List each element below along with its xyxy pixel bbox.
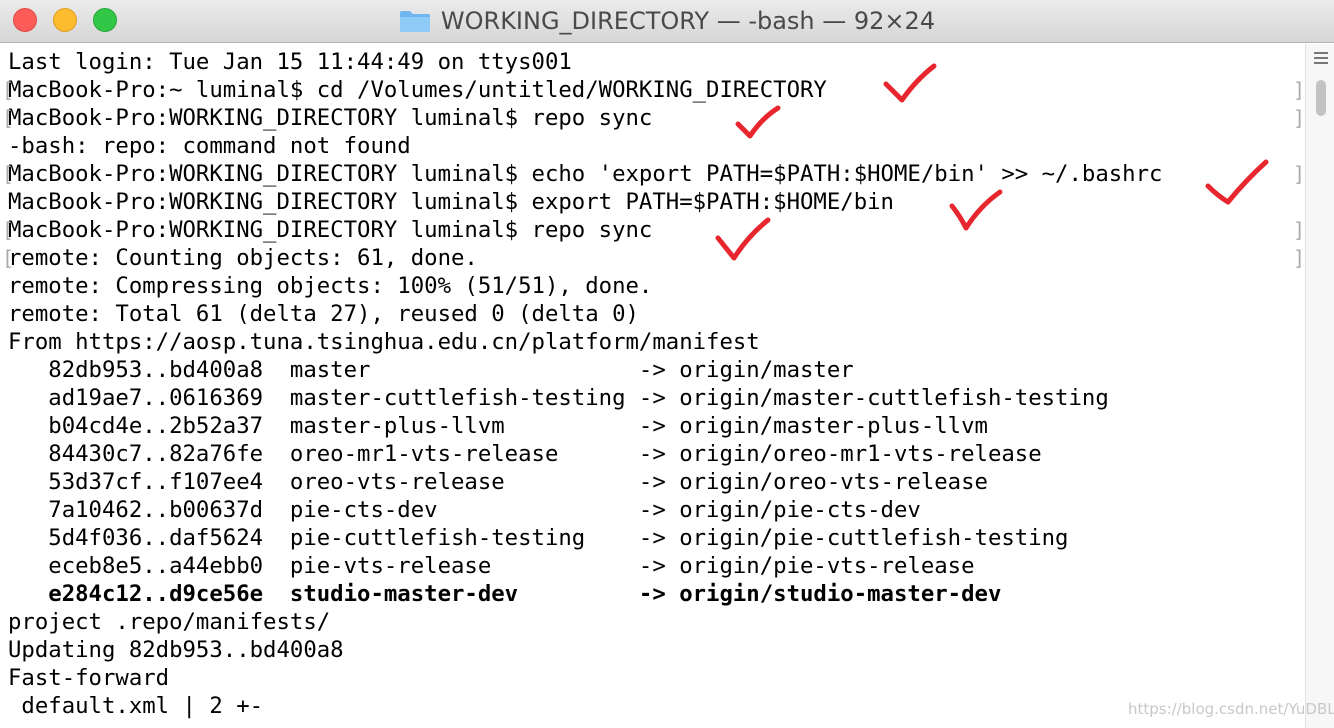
terminal-line: b04cd4e..2b52a37 master-plus-llvm -> ori…: [8, 413, 988, 439]
mark-bracket-left: [: [2, 78, 15, 102]
terminal-line: -bash: repo: command not found: [8, 133, 411, 159]
check-mark-icon: [715, 217, 771, 261]
terminal-line: default.xml | 2 +-: [8, 693, 264, 719]
terminal-line: MacBook-Pro:WORKING_DIRECTORY luminal$ r…: [8, 105, 653, 131]
terminal-line: From https://aosp.tuna.tsinghua.edu.cn/p…: [8, 329, 760, 355]
terminal-line: eceb8e5..a44ebb0 pie-vts-release -> orig…: [8, 553, 975, 579]
mark-bracket-left: [: [2, 162, 15, 186]
terminal-line: remote: Compressing objects: 100% (51/51…: [8, 273, 653, 299]
terminal-line: ad19ae7..0616369 master-cuttlefish-testi…: [8, 385, 1109, 411]
terminal-line: 5d4f036..daf5624 pie-cuttlefish-testing …: [8, 525, 1069, 551]
terminal-line: Updating 82db953..bd400a8: [8, 637, 344, 663]
terminal-line: 7a10462..b00637d pie-cts-dev -> origin/p…: [8, 497, 921, 523]
terminal-line: 82db953..bd400a8 master -> origin/master: [8, 357, 854, 383]
mark-bracket-left: [: [2, 246, 15, 270]
window-title-text: WORKING_DIRECTORY — -bash — 92×24: [440, 7, 936, 35]
mark-bracket-left: [: [2, 218, 15, 242]
terminal-line: 53d37cf..f107ee4 oreo-vts-release -> ori…: [8, 469, 988, 495]
terminal-line: remote: Total 61 (delta 27), reused 0 (d…: [8, 301, 639, 327]
hamburger-menu-icon[interactable]: [1314, 52, 1328, 66]
terminal-line: Last login: Tue Jan 15 11:44:49 on ttys0…: [8, 49, 572, 75]
window-titlebar[interactable]: WORKING_DIRECTORY — -bash — 92×24: [0, 0, 1334, 43]
scrollbar-thumb[interactable]: [1316, 80, 1326, 116]
check-mark-icon: [735, 105, 781, 139]
terminal-line: MacBook-Pro:~ luminal$ cd /Volumes/untit…: [8, 77, 827, 103]
terminal-line: MacBook-Pro:WORKING_DIRECTORY luminal$ r…: [8, 217, 653, 243]
check-mark-icon: [883, 63, 937, 103]
terminal-line: MacBook-Pro:WORKING_DIRECTORY luminal$ e…: [8, 189, 894, 215]
mark-bracket-right: ]: [1293, 106, 1306, 130]
check-mark-icon: [949, 189, 1003, 231]
watermark: https://blog.csdn.net/YuDBL: [1128, 700, 1334, 718]
terminal-output[interactable]: Last login: Tue Jan 15 11:44:49 on ttys0…: [0, 44, 1305, 728]
terminal-scrollbar[interactable]: [1305, 44, 1334, 728]
mark-bracket-right: ]: [1293, 218, 1306, 242]
terminal-line: e284c12..d9ce56e studio-master-dev -> or…: [8, 581, 1002, 607]
mark-bracket-right: ]: [1293, 78, 1306, 102]
terminal-line: Fast-forward: [8, 665, 170, 691]
mark-bracket-right: ]: [1293, 162, 1306, 186]
terminal-line: 84430c7..82a76fe oreo-mr1-vts-release ->…: [8, 441, 1042, 467]
window-title: WORKING_DIRECTORY — -bash — 92×24: [0, 0, 1334, 42]
terminal-line: remote: Counting objects: 61, done.: [8, 245, 478, 271]
terminal-line: project .repo/manifests/: [8, 609, 331, 635]
mark-bracket-right: ]: [1293, 246, 1306, 270]
mark-bracket-left: [: [2, 106, 15, 130]
folder-icon: [399, 9, 431, 33]
terminal-line: MacBook-Pro:WORKING_DIRECTORY luminal$ e…: [8, 161, 1163, 187]
check-mark-icon: [1205, 159, 1269, 205]
